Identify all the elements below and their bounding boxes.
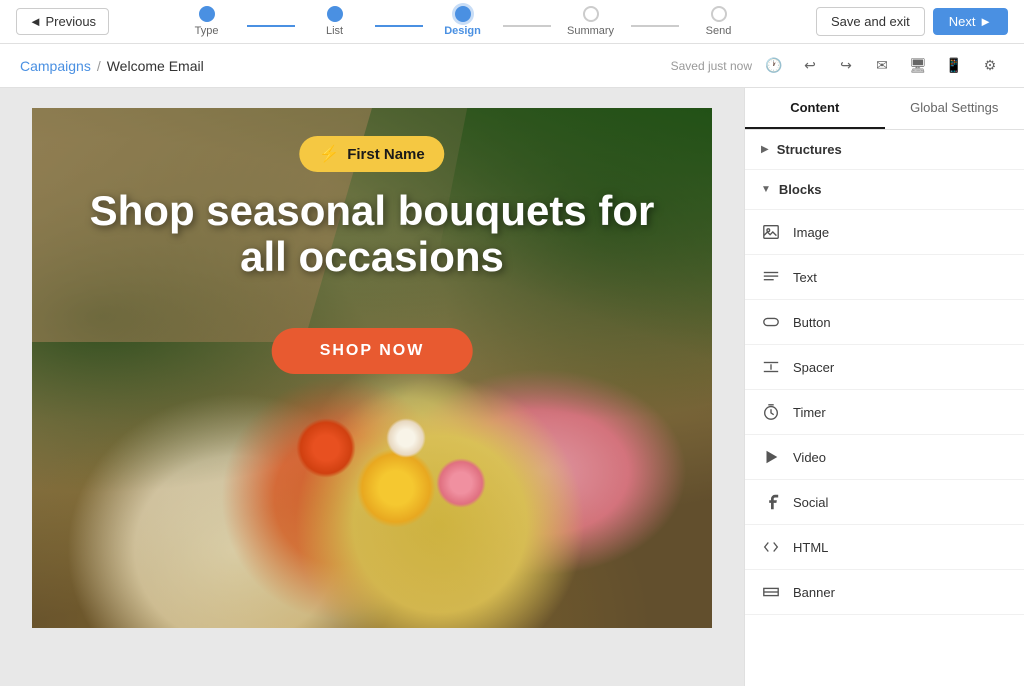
shop-now-button[interactable]: SHOP NOW [272, 328, 473, 374]
connector-1 [247, 25, 295, 27]
step-dot-send [711, 6, 727, 22]
block-item-text[interactable]: Text [745, 255, 1024, 300]
structures-section[interactable]: ▶ Structures [745, 130, 1024, 170]
step-dot-list [327, 6, 343, 22]
connector-4 [631, 25, 679, 27]
button-icon [761, 312, 781, 332]
step-send[interactable]: Send [679, 6, 759, 37]
step-design[interactable]: Design [423, 6, 503, 37]
structures-chevron: ▶ [761, 144, 769, 155]
text-label: Text [793, 270, 817, 285]
step-list[interactable]: List [295, 6, 375, 37]
connector-2 [375, 25, 423, 27]
social-icon [761, 492, 781, 512]
blocks-chevron: ▼ [761, 184, 771, 195]
step-label-summary: Summary [567, 25, 614, 37]
orange-flower [296, 418, 356, 478]
main-layout: ⚡ First Name Shop seasonal bouquets for … [0, 88, 1024, 686]
email-canvas: ⚡ First Name Shop seasonal bouquets for … [32, 108, 712, 628]
video-icon [761, 447, 781, 467]
white-flower [386, 418, 426, 458]
breadcrumb-campaigns[interactable]: Campaigns [20, 58, 91, 74]
step-type[interactable]: Type [167, 6, 247, 37]
html-icon [761, 537, 781, 557]
spacer-icon [761, 357, 781, 377]
blocks-header[interactable]: ▼ Blocks [745, 170, 1024, 210]
headline-text: Shop seasonal bouquets for all occasions [82, 188, 662, 280]
breadcrumb-current: Welcome Email [107, 58, 204, 74]
step-dot-design [455, 6, 471, 22]
undo-icon[interactable]: ↩ [796, 52, 824, 80]
tab-content[interactable]: Content [745, 88, 885, 129]
canvas-area: ⚡ First Name Shop seasonal bouquets for … [0, 88, 744, 686]
step-label-send: Send [706, 25, 732, 37]
redo-icon[interactable]: ↪ [832, 52, 860, 80]
lightning-icon: ⚡ [319, 144, 339, 164]
yellow-flower [356, 448, 436, 528]
html-label: HTML [793, 540, 828, 555]
image-icon [761, 222, 781, 242]
next-button[interactable]: Next ► [933, 8, 1008, 35]
breadcrumb-bar: Campaigns / Welcome Email Saved just now… [0, 44, 1024, 88]
firstname-badge: ⚡ First Name [299, 136, 444, 172]
timer-icon [761, 402, 781, 422]
panel-content: ▶ Structures ▼ Blocks Image [745, 130, 1024, 686]
save-exit-button[interactable]: Save and exit [816, 7, 925, 36]
banner-label: Banner [793, 585, 835, 600]
block-item-image[interactable]: Image [745, 210, 1024, 255]
saved-status: Saved just now [671, 59, 752, 73]
structures-label: Structures [777, 142, 842, 157]
block-item-social[interactable]: Social [745, 480, 1024, 525]
top-nav: ◄ Previous Type List Design Summary Se [0, 0, 1024, 44]
breadcrumb-separator: / [97, 58, 101, 74]
desktop-preview-icon[interactable]: 🖥 [904, 52, 932, 80]
spacer-label: Spacer [793, 360, 834, 375]
pink-flower [436, 458, 486, 508]
steps-row: Type List Design Summary Send [167, 6, 759, 37]
step-label-type: Type [195, 25, 219, 37]
block-item-timer[interactable]: Timer [745, 390, 1024, 435]
step-dot-type [199, 6, 215, 22]
email-preview-icon[interactable]: ✉ [868, 52, 896, 80]
social-label: Social [793, 495, 828, 510]
breadcrumb: Campaigns / Welcome Email [20, 58, 204, 74]
flower-hero-section: ⚡ First Name Shop seasonal bouquets for … [32, 108, 712, 628]
block-item-spacer[interactable]: Spacer [745, 345, 1024, 390]
step-dot-summary [583, 6, 599, 22]
badge-label: First Name [347, 146, 425, 163]
step-label-design: Design [444, 25, 481, 37]
right-panel: Content Global Settings ▶ Structures ▼ B… [744, 88, 1024, 686]
blocks-label: Blocks [779, 182, 822, 197]
text-icon [761, 267, 781, 287]
clock-icon[interactable]: 🕐 [760, 52, 788, 80]
nav-right: Save and exit Next ► [816, 7, 1008, 36]
connector-3 [503, 25, 551, 27]
step-label-list: List [326, 25, 343, 37]
previous-button[interactable]: ◄ Previous [16, 8, 109, 35]
video-label: Video [793, 450, 826, 465]
step-summary[interactable]: Summary [551, 6, 631, 37]
block-item-button[interactable]: Button [745, 300, 1024, 345]
timer-label: Timer [793, 405, 826, 420]
image-label: Image [793, 225, 829, 240]
toolbar-icons: Saved just now 🕐 ↩ ↪ ✉ 🖥 📱 ⚙ [671, 52, 1004, 80]
block-item-html[interactable]: HTML [745, 525, 1024, 570]
tab-global-settings[interactable]: Global Settings [885, 88, 1024, 129]
button-label: Button [793, 315, 831, 330]
banner-icon [761, 582, 781, 602]
mobile-preview-icon[interactable]: 📱 [940, 52, 968, 80]
block-item-banner[interactable]: Banner [745, 570, 1024, 615]
panel-tabs: Content Global Settings [745, 88, 1024, 130]
settings-icon[interactable]: ⚙ [976, 52, 1004, 80]
block-item-video[interactable]: Video [745, 435, 1024, 480]
nav-left: ◄ Previous [16, 8, 109, 35]
